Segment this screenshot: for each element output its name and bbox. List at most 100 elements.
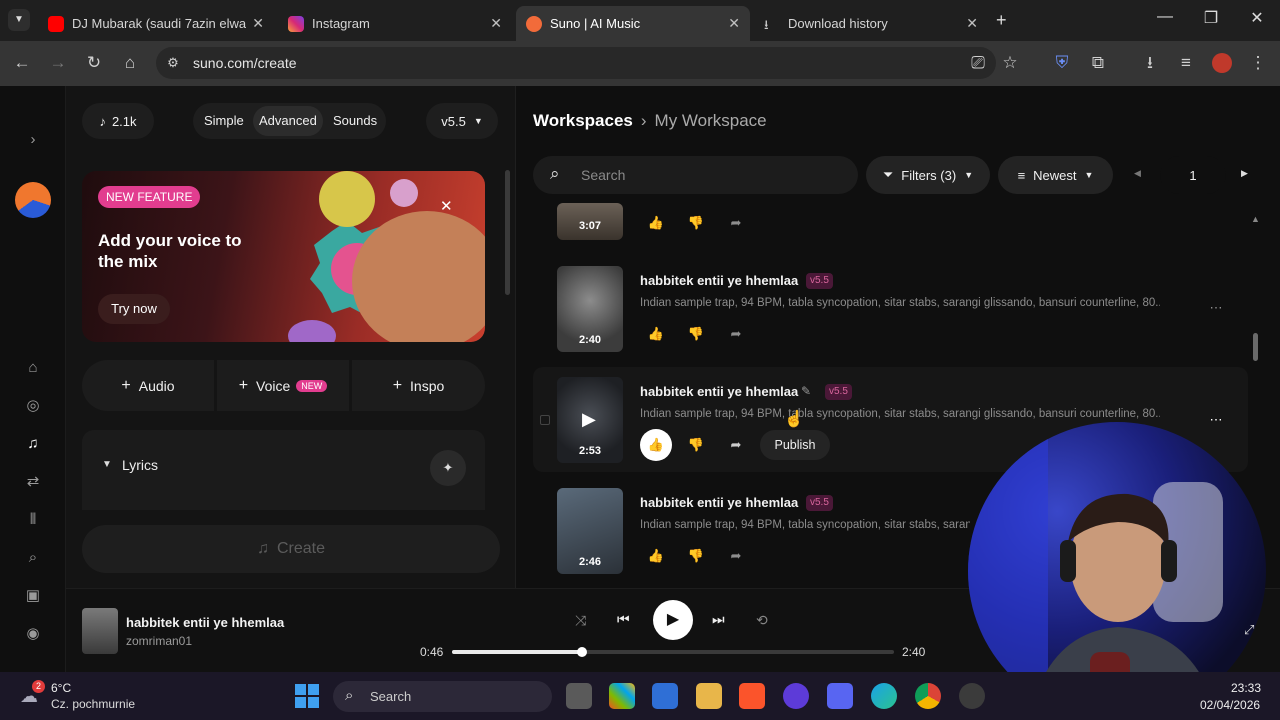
file-explorer-icon[interactable]: [696, 683, 722, 709]
lyrics-section[interactable]: ▼ Lyrics ✦: [82, 430, 485, 510]
start-button[interactable]: [295, 684, 319, 708]
breadcrumb-current[interactable]: My Workspace: [655, 111, 767, 131]
restore-button[interactable]: ❐: [1188, 8, 1234, 28]
new-tab-button[interactable]: +: [996, 10, 1007, 31]
play-pause-button[interactable]: ▶: [653, 600, 693, 640]
install-app-icon[interactable]: ⎚: [966, 51, 990, 75]
now-playing-cover[interactable]: [82, 608, 118, 654]
brave-icon[interactable]: [739, 683, 765, 709]
task-view-icon[interactable]: [566, 683, 592, 709]
close-icon[interactable]: ✕: [728, 15, 740, 32]
obs-icon[interactable]: [959, 683, 985, 709]
close-icon[interactable]: ✕: [252, 15, 264, 32]
more-options-icon[interactable]: ⋯: [1206, 410, 1226, 430]
now-playing-title[interactable]: habbitek entii ye hhemlaa: [126, 615, 284, 630]
library-icon[interactable]: ⫴: [23, 510, 43, 530]
downloads-icon[interactable]: ⭳: [1138, 51, 1162, 75]
create-button[interactable]: ♫ Create: [82, 525, 500, 573]
extensions-icon[interactable]: ⧉: [1086, 51, 1110, 75]
add-voice-button[interactable]: + Voice NEW: [217, 360, 349, 411]
tab-youtube[interactable]: DJ Mubarak (saudi 7azin elwat) ✕: [38, 6, 274, 41]
extension-shield-icon[interactable]: ⛨: [1050, 51, 1074, 75]
next-icon[interactable]: ⏭: [712, 611, 725, 628]
tab-instagram[interactable]: Instagram ✕: [278, 6, 512, 41]
song-title[interactable]: habbitek entii ye hhemlaa: [640, 384, 798, 399]
filters-button[interactable]: ⏷ Filters (3) ▼: [866, 156, 990, 194]
dislike-icon[interactable]: 👎: [686, 546, 706, 566]
page-number[interactable]: 1: [1160, 156, 1226, 194]
try-now-button[interactable]: Try now: [98, 294, 170, 324]
publish-button[interactable]: Publish: [760, 430, 830, 460]
url-text[interactable]: suno.com/create: [193, 55, 297, 71]
like-icon[interactable]: 👍: [646, 546, 666, 566]
site-info-icon[interactable]: ⚙: [161, 51, 185, 75]
notifications-icon[interactable]: ▣: [23, 586, 43, 606]
magic-wand-button[interactable]: ✦: [430, 450, 466, 486]
back-icon[interactable]: ←: [10, 51, 34, 75]
song-title[interactable]: habbitek entii ye hhemlaa: [640, 273, 798, 288]
more-options-icon[interactable]: ⋯: [1206, 298, 1226, 318]
suno-logo[interactable]: [15, 182, 51, 218]
mode-sounds[interactable]: Sounds: [327, 106, 383, 136]
song-cover[interactable]: 3:07: [557, 203, 623, 240]
home-icon[interactable]: ⌂: [23, 358, 43, 378]
sort-button[interactable]: ≡ Newest ▼: [998, 156, 1113, 194]
repeat-icon[interactable]: ⟲: [756, 612, 768, 629]
studio-icon[interactable]: ⇄: [23, 472, 43, 492]
breadcrumb-workspaces[interactable]: Workspaces: [533, 111, 633, 131]
song-cover[interactable]: ▶ 2:53: [557, 377, 623, 463]
create-icon[interactable]: ♫: [23, 434, 43, 454]
forward-icon[interactable]: →: [46, 51, 70, 75]
widgets-icon[interactable]: [609, 683, 635, 709]
now-playing-artist[interactable]: zomriman01: [126, 634, 192, 648]
progress-track[interactable]: [452, 647, 894, 657]
explore-icon[interactable]: ◎: [23, 396, 43, 416]
banner-close-icon[interactable]: ✕: [440, 197, 453, 215]
close-icon[interactable]: ✕: [966, 15, 978, 32]
song-cover[interactable]: 2:40: [557, 266, 623, 352]
dislike-icon[interactable]: 👎: [686, 324, 706, 344]
taskbar-search[interactable]: ⌕ Search: [333, 681, 552, 712]
edge-icon[interactable]: [871, 683, 897, 709]
row-checkbox[interactable]: [540, 415, 550, 425]
tab-download-history[interactable]: ⭳ Download history ✕: [754, 6, 988, 41]
list-scroll-up-icon[interactable]: ▲: [1251, 214, 1260, 224]
close-window-button[interactable]: ✕: [1234, 8, 1280, 28]
previous-icon[interactable]: ⏮: [617, 611, 630, 628]
fullscreen-icon[interactable]: ⤢: [1244, 622, 1254, 638]
expand-nav-icon[interactable]: ›: [23, 130, 43, 150]
edit-icon[interactable]: ✎: [801, 384, 811, 398]
chrome-icon[interactable]: [915, 683, 941, 709]
close-icon[interactable]: ✕: [490, 15, 502, 32]
list-scrollbar[interactable]: [1253, 333, 1258, 361]
search-input[interactable]: ⌕ Search: [533, 156, 858, 194]
credits-pill[interactable]: ♪ 2.1k: [82, 103, 154, 139]
model-select[interactable]: v5.5 ▼: [426, 103, 498, 139]
song-title[interactable]: habbitek entii ye hhemlaa: [640, 495, 798, 510]
shuffle-icon[interactable]: ⤨: [575, 612, 586, 629]
share-icon[interactable]: ➦: [726, 213, 746, 233]
weather-widget[interactable]: ☁ 2 6°C Cz. pochmurnie: [18, 680, 158, 714]
next-page-icon[interactable]: ▶: [1241, 168, 1248, 179]
store-icon[interactable]: [652, 683, 678, 709]
prev-page-icon[interactable]: ◀: [1134, 168, 1141, 179]
tab-search-button[interactable]: ▼: [8, 9, 30, 31]
media-control-icon[interactable]: ≡: [1174, 51, 1198, 75]
share-icon[interactable]: ➦: [726, 435, 746, 455]
menu-icon[interactable]: ⋮: [1246, 51, 1270, 75]
add-audio-button[interactable]: + Audio: [82, 360, 214, 411]
like-icon[interactable]: 👍: [646, 324, 666, 344]
song-cover[interactable]: 2:46: [557, 488, 623, 574]
play-icon[interactable]: ▶: [582, 409, 596, 430]
search-icon[interactable]: ⌕: [23, 548, 43, 568]
app-icon[interactable]: [783, 683, 809, 709]
reload-icon[interactable]: ↻: [82, 51, 106, 75]
discord-icon[interactable]: [827, 683, 853, 709]
home-icon[interactable]: ⌂: [118, 51, 142, 75]
mode-advanced[interactable]: Advanced: [253, 106, 323, 136]
like-icon[interactable]: 👍: [646, 213, 666, 233]
bell-icon[interactable]: ◉: [23, 624, 43, 644]
chevron-down-icon[interactable]: ▼: [102, 459, 112, 470]
mode-simple[interactable]: Simple: [198, 106, 250, 136]
profile-avatar[interactable]: [1212, 53, 1232, 73]
